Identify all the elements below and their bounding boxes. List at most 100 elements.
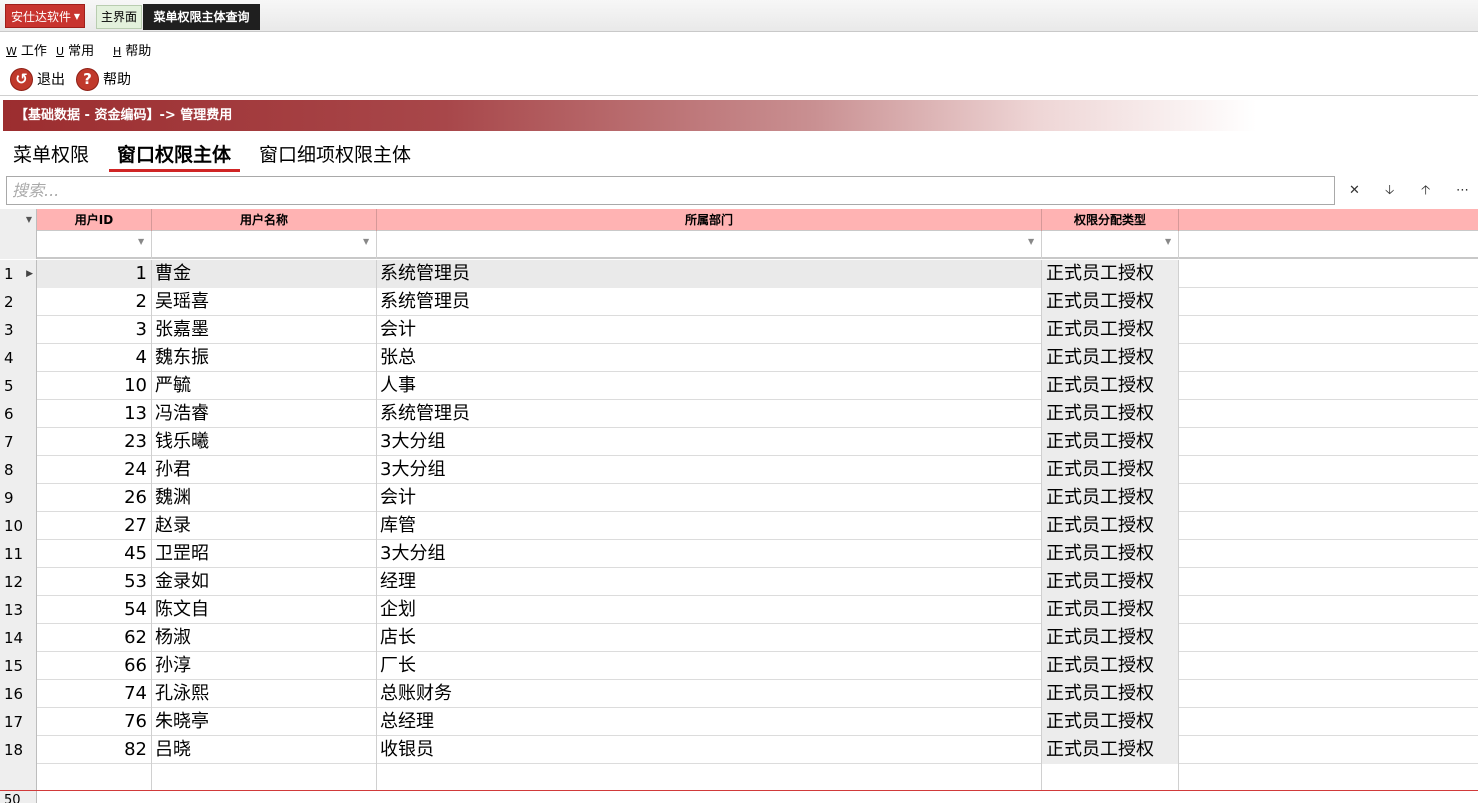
filter-department[interactable]: ▼ — [377, 231, 1042, 259]
cell-permission-type[interactable]: 正式员工授权 — [1042, 596, 1179, 624]
filter-icon[interactable]: ▼ — [1028, 237, 1038, 247]
cell-user-id[interactable]: 26 — [37, 484, 152, 512]
table-row[interactable]: 15 66 孙淳 厂长 正式员工授权 — [0, 652, 1478, 680]
table-row[interactable]: 16 74 孔泳熙 总账财务 正式员工授权 — [0, 680, 1478, 708]
table-row[interactable]: 4 4 魏东振 张总 正式员工授权 — [0, 344, 1478, 372]
cell-user-name[interactable]: 魏渊 — [152, 484, 377, 512]
cell-user-id[interactable]: 4 — [37, 344, 152, 372]
table-row[interactable]: 14 62 杨淑 店长 正式员工授权 — [0, 624, 1478, 652]
cell-permission-type[interactable]: 正式员工授权 — [1042, 736, 1179, 764]
cell-user-id[interactable]: 62 — [37, 624, 152, 652]
filter-icon[interactable]: ▼ — [1165, 237, 1175, 247]
cell-user-name[interactable]: 孔泳熙 — [152, 680, 377, 708]
cell-department[interactable]: 人事 — [377, 372, 1042, 400]
cell-user-name[interactable]: 冯浩睿 — [152, 400, 377, 428]
column-header-user-name[interactable]: 用户名称 — [152, 209, 377, 231]
cell-permission-type[interactable]: 正式员工授权 — [1042, 540, 1179, 568]
filter-icon[interactable]: ▼ — [363, 237, 373, 247]
cell-permission-type[interactable]: 正式员工授权 — [1042, 260, 1179, 288]
cell-user-name[interactable]: 孙淳 — [152, 652, 377, 680]
table-row[interactable]: 11 45 卫罡昭 3大分组 正式员工授权 — [0, 540, 1478, 568]
filter-permission-type[interactable]: ▼ — [1042, 231, 1179, 259]
table-row[interactable]: 1 ▶ 1 曹金 系统管理员 正式员工授权 — [0, 260, 1478, 288]
menu-help[interactable]: H 帮助 — [113, 40, 151, 59]
cell-permission-type[interactable]: 正式员工授权 — [1042, 484, 1179, 512]
cell-user-id[interactable]: 3 — [37, 316, 152, 344]
cell-department[interactable]: 3大分组 — [377, 540, 1042, 568]
cell-user-id[interactable]: 66 — [37, 652, 152, 680]
cell-department[interactable]: 3大分组 — [377, 428, 1042, 456]
table-row[interactable]: 9 26 魏渊 会计 正式员工授权 — [0, 484, 1478, 512]
tab-menu-permission[interactable]: 菜单权限 — [13, 140, 89, 172]
table-row[interactable]: 7 23 钱乐曦 3大分组 正式员工授权 — [0, 428, 1478, 456]
cell-department[interactable]: 会计 — [377, 484, 1042, 512]
cell-permission-type[interactable]: 正式员工授权 — [1042, 372, 1179, 400]
tab-menu-permission-query[interactable]: 菜单权限主体查询 — [143, 4, 260, 30]
cell-department[interactable]: 3大分组 — [377, 456, 1042, 484]
cell-user-id[interactable]: 13 — [37, 400, 152, 428]
cell-department[interactable]: 总经理 — [377, 708, 1042, 736]
help-button[interactable]: ? 帮助 — [76, 66, 131, 92]
cell-user-id[interactable]: 24 — [37, 456, 152, 484]
cell-department[interactable]: 库管 — [377, 512, 1042, 540]
cell-permission-type[interactable]: 正式员工授权 — [1042, 428, 1179, 456]
cell-user-name[interactable]: 吴瑶喜 — [152, 288, 377, 316]
cell-user-id[interactable]: 2 — [37, 288, 152, 316]
table-row[interactable]: 8 24 孙君 3大分组 正式员工授权 — [0, 456, 1478, 484]
cell-user-id[interactable]: 54 — [37, 596, 152, 624]
exit-button[interactable]: ↺ 退出 — [10, 66, 65, 92]
cell-user-id[interactable]: 82 — [37, 736, 152, 764]
arrow-up-icon[interactable]: 🡡 — [1421, 176, 1430, 205]
cell-department[interactable]: 店长 — [377, 624, 1042, 652]
cell-permission-type[interactable]: 正式员工授权 — [1042, 344, 1179, 372]
table-row[interactable]: 5 10 严毓 人事 正式员工授权 — [0, 372, 1478, 400]
cell-user-id[interactable]: 10 — [37, 372, 152, 400]
table-row[interactable]: 12 53 金录如 经理 正式员工授权 — [0, 568, 1478, 596]
cell-permission-type[interactable]: 正式员工授权 — [1042, 708, 1179, 736]
tab-window-detail-permission-subject[interactable]: 窗口细项权限主体 — [259, 140, 411, 172]
table-row[interactable]: 2 2 吴瑶喜 系统管理员 正式员工授权 — [0, 288, 1478, 316]
cell-department[interactable]: 收银员 — [377, 736, 1042, 764]
table-row[interactable]: 3 3 张嘉墨 会计 正式员工授权 — [0, 316, 1478, 344]
table-row[interactable]: 13 54 陈文自 企划 正式员工授权 — [0, 596, 1478, 624]
cell-permission-type[interactable]: 正式员工授权 — [1042, 456, 1179, 484]
cell-department[interactable]: 张总 — [377, 344, 1042, 372]
cell-user-id[interactable]: 23 — [37, 428, 152, 456]
cell-department[interactable]: 系统管理员 — [377, 288, 1042, 316]
cell-user-name[interactable]: 金录如 — [152, 568, 377, 596]
cell-user-id[interactable]: 45 — [37, 540, 152, 568]
tab-window-permission-subject[interactable]: 窗口权限主体 — [109, 140, 240, 172]
cell-user-id[interactable]: 74 — [37, 680, 152, 708]
cell-user-name[interactable]: 陈文自 — [152, 596, 377, 624]
table-row[interactable]: 10 27 赵录 库管 正式员工授权 — [0, 512, 1478, 540]
cell-permission-type[interactable]: 正式员工授权 — [1042, 316, 1179, 344]
cell-department[interactable]: 总账财务 — [377, 680, 1042, 708]
cell-permission-type[interactable]: 正式员工授权 — [1042, 652, 1179, 680]
cell-user-id[interactable]: 27 — [37, 512, 152, 540]
column-header-permission-type[interactable]: 权限分配类型 — [1042, 209, 1179, 231]
cell-department[interactable]: 会计 — [377, 316, 1042, 344]
filter-user-id[interactable]: ▼ — [37, 231, 152, 259]
cell-user-id[interactable]: 53 — [37, 568, 152, 596]
cell-permission-type[interactable]: 正式员工授权 — [1042, 400, 1179, 428]
cell-user-name[interactable]: 钱乐曦 — [152, 428, 377, 456]
clear-icon[interactable]: ✕ — [1349, 176, 1360, 205]
table-row[interactable]: 17 76 朱晓亭 总经理 正式员工授权 — [0, 708, 1478, 736]
cell-user-name[interactable]: 曹金 — [152, 260, 377, 288]
cell-user-id[interactable]: 1 — [37, 260, 152, 288]
cell-permission-type[interactable]: 正式员工授权 — [1042, 680, 1179, 708]
column-chooser-icon[interactable]: ▼ — [0, 209, 37, 231]
cell-user-name[interactable]: 卫罡昭 — [152, 540, 377, 568]
tab-main[interactable]: 主界面 — [96, 5, 142, 29]
cell-department[interactable]: 经理 — [377, 568, 1042, 596]
cell-department[interactable]: 系统管理员 — [377, 400, 1042, 428]
more-icon[interactable]: ⋯ — [1456, 176, 1469, 205]
search-input[interactable]: 搜索... — [6, 176, 1335, 205]
filter-icon[interactable]: ▼ — [138, 237, 148, 247]
cell-user-name[interactable]: 魏东振 — [152, 344, 377, 372]
cell-department[interactable]: 系统管理员 — [377, 260, 1042, 288]
table-row[interactable]: 18 82 吕晓 收银员 正式员工授权 — [0, 736, 1478, 764]
cell-user-id[interactable]: 76 — [37, 708, 152, 736]
cell-user-name[interactable]: 赵录 — [152, 512, 377, 540]
column-header-department[interactable]: 所属部门 — [377, 209, 1042, 231]
